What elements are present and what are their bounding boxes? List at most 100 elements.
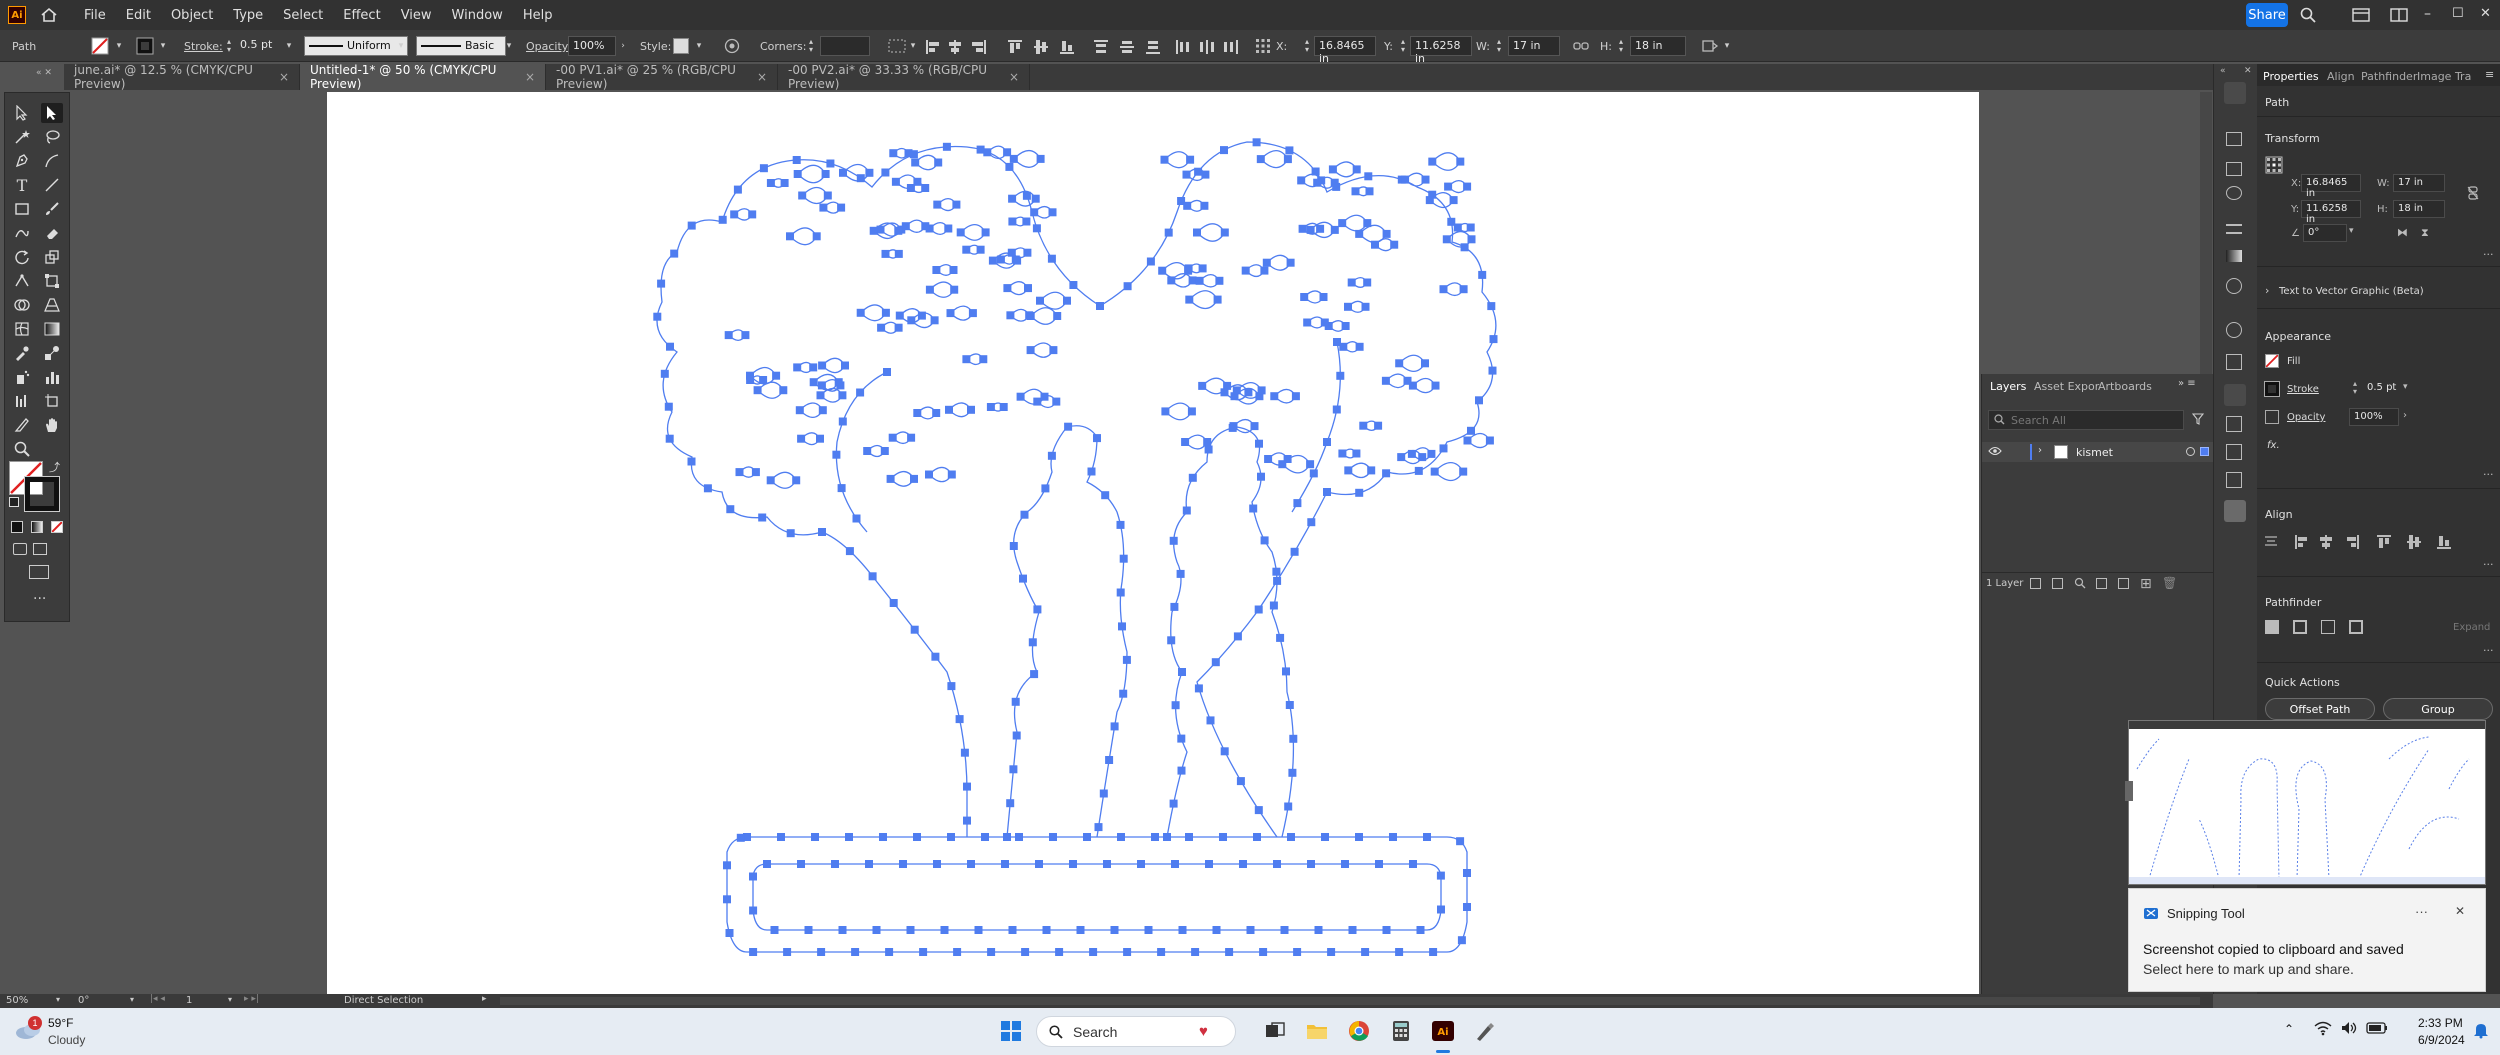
anchor-point[interactable] (947, 470, 956, 479)
anchor-point[interactable] (885, 948, 894, 956)
anchor-point[interactable] (881, 308, 890, 317)
anchor-point[interactable] (921, 184, 930, 192)
anchor-point[interactable] (1186, 155, 1195, 164)
menu-view[interactable]: View (401, 8, 432, 23)
anchor-point[interactable] (932, 409, 941, 417)
anchor-point[interactable] (1184, 264, 1193, 273)
anchor-point[interactable] (1203, 438, 1212, 446)
anchor-point[interactable] (949, 266, 958, 274)
anchor-point[interactable] (1485, 436, 1494, 445)
anchor-point[interactable] (1306, 225, 1315, 234)
anchor-point[interactable] (687, 221, 696, 230)
anchor-point[interactable] (968, 309, 977, 318)
battery-icon[interactable] (2366, 1022, 2388, 1034)
anchor-point[interactable] (1219, 833, 1227, 841)
anchor-point[interactable] (723, 861, 731, 870)
anchor-point[interactable] (1182, 506, 1191, 515)
anchor-point[interactable] (1025, 311, 1034, 320)
anchor-point[interactable] (1087, 467, 1096, 476)
anchor-point[interactable] (868, 572, 877, 581)
tab-properties[interactable]: Properties (2263, 70, 2319, 83)
anchor-point[interactable] (1348, 926, 1357, 934)
anchor-point[interactable] (1395, 359, 1404, 368)
anchor-point[interactable] (838, 926, 847, 934)
menu-object[interactable]: Object (171, 8, 213, 23)
unite-icon[interactable] (2265, 620, 2279, 634)
anchor-point[interactable] (1164, 228, 1173, 237)
anchor-point[interactable] (1363, 278, 1372, 287)
anchor-point[interactable] (1103, 860, 1111, 868)
anchor-point[interactable] (831, 860, 839, 868)
artwork-path[interactable] (1006, 425, 1128, 838)
anchor-point[interactable] (809, 378, 818, 387)
zoom-tool-icon[interactable] (11, 439, 33, 459)
pen-app-icon[interactable] (1472, 1018, 1498, 1044)
anchor-point[interactable] (1220, 388, 1229, 397)
anchor-point[interactable] (1323, 488, 1331, 496)
anchor-point[interactable] (1116, 520, 1125, 529)
chevron-down-icon[interactable]: ▾ (694, 36, 704, 56)
anchor-point[interactable] (1382, 469, 1391, 478)
none-mode-icon[interactable] (51, 521, 63, 533)
tab-layers[interactable]: Layers (1990, 380, 2026, 393)
leaf-path[interactable] (1013, 149, 1042, 168)
anchor-point[interactable] (1320, 318, 1329, 327)
make-clipping-mask-icon[interactable] (2096, 578, 2107, 589)
anchor-point[interactable] (1449, 196, 1458, 205)
anchor-point[interactable] (1008, 926, 1017, 934)
puppet-warp-tool-icon[interactable] (11, 271, 33, 291)
collapse-panels-icon[interactable]: « (2220, 66, 2226, 76)
anchor-point[interactable] (934, 158, 943, 167)
anchor-point[interactable] (1023, 248, 1032, 257)
anchor-point[interactable] (793, 363, 802, 372)
anchor-point[interactable] (736, 833, 745, 842)
export-panel-icon[interactable] (2226, 416, 2242, 432)
chevron-down-icon[interactable]: ▾ (908, 36, 918, 56)
anchor-point[interactable] (1151, 833, 1159, 841)
anchor-point[interactable] (863, 447, 872, 455)
file-explorer-icon[interactable] (1304, 1018, 1330, 1044)
paintbrush-tool-icon[interactable] (41, 199, 63, 219)
anchor-point[interactable] (945, 405, 953, 414)
anchor-point[interactable] (894, 323, 903, 332)
anchor-point[interactable] (1200, 201, 1209, 210)
anchor-point[interactable] (1314, 926, 1323, 934)
anchor-point[interactable] (795, 406, 804, 415)
tab-pathfinder[interactable]: Pathfinder (2361, 70, 2417, 83)
anchor-point[interactable] (1003, 833, 1011, 841)
anchor-point[interactable] (986, 403, 995, 411)
anchor-point[interactable] (963, 816, 971, 825)
anchor-point[interactable] (967, 860, 975, 868)
scale-tool-icon[interactable] (41, 247, 63, 267)
anchor-point[interactable] (766, 476, 775, 485)
anchor-point[interactable] (1003, 148, 1012, 157)
anchor-point[interactable] (1232, 386, 1241, 395)
eyedropper-tool-icon[interactable] (11, 343, 33, 363)
anchor-point[interactable] (960, 748, 969, 757)
anchor-point[interactable] (1264, 455, 1273, 463)
anchor-point[interactable] (1033, 397, 1042, 406)
anchor-point[interactable] (1273, 576, 1282, 585)
anchor-point[interactable] (1013, 256, 1022, 265)
reference-point-icon[interactable] (1254, 36, 1272, 56)
anchor-point[interactable] (1006, 311, 1015, 320)
width-field[interactable]: 17 in (2393, 174, 2445, 192)
anchor-point[interactable] (766, 179, 775, 187)
anchor-point[interactable] (1416, 926, 1425, 934)
leaf-path[interactable] (1434, 461, 1464, 482)
anchor-point[interactable] (1182, 170, 1191, 179)
stroke-color-swatch[interactable] (24, 476, 60, 512)
chrome-icon[interactable] (1346, 1018, 1372, 1044)
expand-layer-icon[interactable]: › (2038, 445, 2042, 456)
curvature-tool-icon[interactable] (41, 151, 63, 171)
anchor-point[interactable] (826, 159, 835, 168)
menu-help[interactable]: Help (523, 8, 553, 23)
anchor-point[interactable] (1185, 833, 1193, 841)
preview-scroll-handle[interactable] (2125, 781, 2133, 801)
anchor-point[interactable] (891, 177, 900, 186)
anchor-point[interactable] (1431, 381, 1440, 390)
anchor-point[interactable] (1257, 386, 1266, 395)
anchor-point[interactable] (1285, 701, 1294, 709)
anchor-point[interactable] (759, 164, 768, 173)
new-layer-icon[interactable]: ⊞ (2140, 576, 2152, 592)
